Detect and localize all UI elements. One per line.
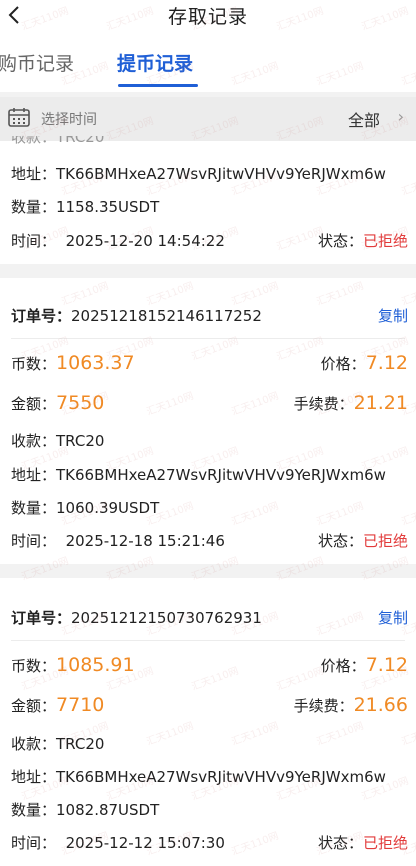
divider — [11, 640, 405, 641]
time-label: 时间： — [11, 834, 57, 852]
order-label: 订单号： — [11, 307, 72, 325]
price-value: 7.12 — [365, 352, 408, 374]
quantity-row: 数量：1082.87USDT — [11, 799, 405, 820]
time-filter-bar[interactable]: 选择时间 全部 › — [0, 97, 416, 141]
address-value: TK66BMHxeA27WsvRJitwVHVv9YeRJWxm6w — [56, 768, 386, 786]
fee-row: 手续费：21.66 — [294, 694, 408, 716]
quantity-row: 数量：1060.39USDT — [11, 497, 405, 518]
address-row: 地址：TK66BMHxeA27WsvRJitwVHVv9YeRJWxm6w — [11, 464, 405, 485]
status-label: 状态： — [317, 232, 363, 250]
receive-value: TRC20 — [56, 735, 105, 753]
status-badge: 已拒绝 — [362, 232, 408, 250]
status-badge: 已拒绝 — [362, 834, 408, 852]
status-badge: 已拒绝 — [362, 532, 408, 550]
amount-label: 金额： — [11, 395, 57, 413]
quantity-label: 数量： — [11, 499, 57, 517]
time-label: 时间： — [11, 532, 57, 550]
status-row: 状态：已拒绝 — [318, 832, 408, 853]
fee-label: 手续费： — [293, 697, 354, 715]
status-label: 状态： — [317, 834, 363, 852]
receive-row: 收款：TRC20 — [11, 430, 405, 451]
fee-value: 21.21 — [353, 392, 408, 414]
address-value: TK66BMHxeA27WsvRJitwVHVv9YeRJWxm6w — [56, 466, 386, 484]
amount-label: 金额： — [11, 697, 57, 715]
address-label: 地址： — [11, 768, 57, 786]
status-label: 状态： — [317, 532, 363, 550]
quantity-value: 1060.39USDT — [56, 499, 160, 517]
record-card: 收款：TRC20 地址：TK66BMHxeA27WsvRJitwVHVv9YeR… — [0, 136, 416, 264]
time-value: 2025-12-18 15:21:46 — [65, 532, 225, 550]
calendar-icon — [8, 108, 30, 127]
coins-label: 币数： — [11, 355, 57, 373]
partial-receive-row: 收款：TRC20 — [11, 136, 105, 146]
address-label: 地址： — [11, 466, 57, 484]
tab-buy-records[interactable]: 购币记录 — [0, 52, 74, 76]
select-time-label[interactable]: 选择时间 — [41, 109, 97, 129]
address-value: TK66BMHxeA27WsvRJitwVHVv9YeRJWxm6w — [56, 165, 386, 183]
coins-value: 1063.37 — [56, 352, 135, 374]
address-row: 地址：TK66BMHxeA27WsvRJitwVHVv9YeRJWxm6w — [11, 163, 405, 184]
record-card: 订单号：20251212150730762931 复制 币数：1085.91 价… — [0, 578, 416, 866]
tab-withdraw-records[interactable]: 提币记录 — [117, 52, 193, 76]
receive-value: TRC20 — [56, 432, 105, 450]
receive-row: 收款：TRC20 — [11, 733, 405, 754]
quantity-label: 数量： — [11, 198, 57, 216]
coins-label: 币数： — [11, 657, 57, 675]
page-title: 存取记录 — [167, 6, 248, 28]
fee-row: 手续费：21.21 — [294, 392, 408, 414]
receive-label: 收款： — [11, 432, 57, 450]
copy-button[interactable]: 复制 — [378, 305, 408, 326]
fee-label: 手续费： — [293, 395, 354, 413]
time-value: 2025-12-20 14:54:22 — [65, 232, 225, 250]
active-tab-indicator — [118, 84, 198, 87]
order-row: 订单号：20251212150730762931 — [11, 607, 405, 628]
quantity-value: 1158.35USDT — [56, 198, 160, 216]
copy-button[interactable]: 复制 — [378, 607, 408, 628]
quantity-value: 1082.87USDT — [56, 801, 160, 819]
filter-all-value[interactable]: 全部 — [348, 107, 380, 131]
receive-label: 收款： — [11, 735, 57, 753]
status-row: 状态：已拒绝 — [318, 530, 408, 551]
divider — [11, 338, 405, 339]
quantity-label: 数量： — [11, 801, 57, 819]
order-row: 订单号：20251218152146117252 — [11, 305, 405, 326]
coins-value: 1085.91 — [56, 654, 135, 676]
price-value: 7.12 — [365, 654, 408, 676]
header: 存取记录 购币记录 提币记录 — [0, 0, 416, 92]
chevron-right-icon[interactable]: › — [398, 107, 404, 126]
order-label: 订单号： — [11, 609, 72, 627]
price-label: 价格： — [320, 355, 366, 373]
status-row: 状态：已拒绝 — [318, 230, 408, 251]
order-number: 20251218152146117252 — [71, 307, 262, 325]
time-label: 时间： — [11, 232, 57, 250]
fee-value: 21.66 — [353, 694, 408, 716]
amount-value: 7550 — [56, 392, 105, 414]
price-row: 价格：7.12 — [321, 352, 408, 374]
time-value: 2025-12-12 15:07:30 — [65, 834, 225, 852]
record-card: 订单号：20251218152146117252 复制 币数：1063.37 价… — [0, 278, 416, 564]
order-number: 20251212150730762931 — [71, 609, 262, 627]
address-label: 地址： — [11, 165, 57, 183]
price-row: 价格：7.12 — [321, 654, 408, 676]
amount-value: 7710 — [56, 694, 105, 716]
price-label: 价格： — [320, 657, 366, 675]
quantity-row: 数量：1158.35USDT — [11, 196, 405, 217]
address-row: 地址：TK66BMHxeA27WsvRJitwVHVv9YeRJWxm6w — [11, 766, 405, 787]
